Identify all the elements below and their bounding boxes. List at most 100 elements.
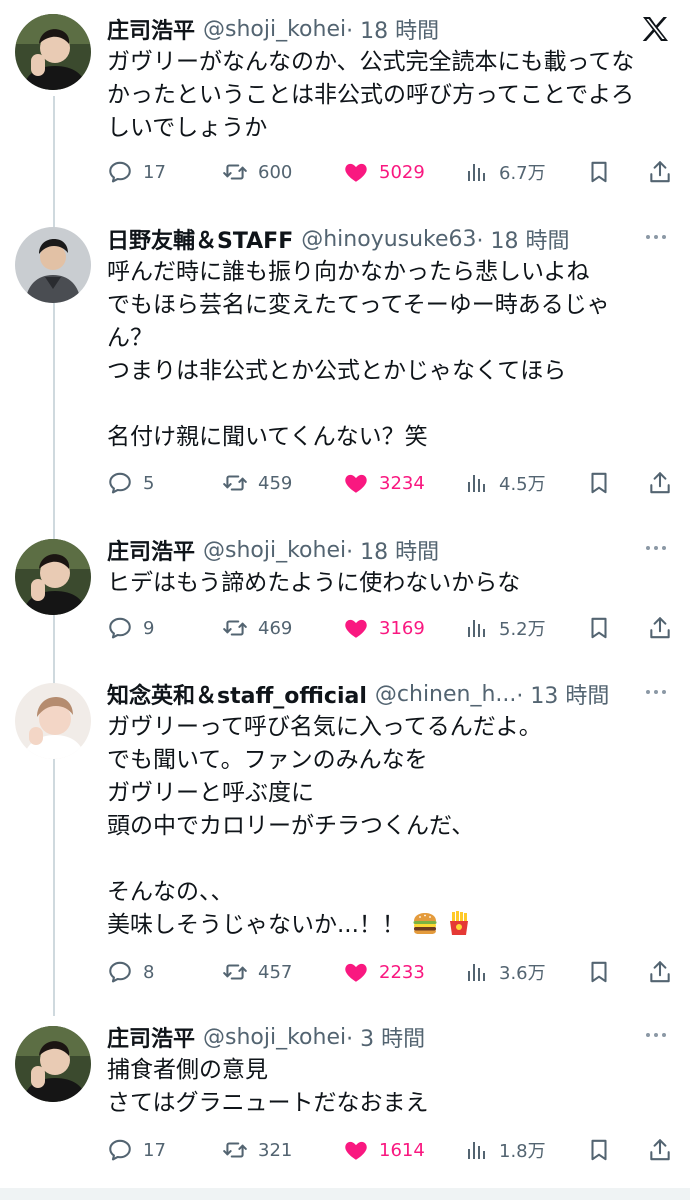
reply-icon [107,470,133,496]
like-button[interactable]: 3234 [343,468,425,498]
text-line: かったということは非公式の呼び方ってことでよろ [107,82,635,108]
heart-icon [343,959,369,985]
more-options-button[interactable] [646,232,670,242]
reply-icon [107,615,133,641]
reply-icon [107,959,133,985]
timestamp[interactable]: · 13 時間 [516,678,609,710]
like-button[interactable]: 1614 [343,1135,425,1165]
views-button[interactable]: 6.7万 [465,157,546,187]
tweet-header: 知念英和＆staff_official @chinen_h... · 13 時間 [107,677,620,711]
avatar[interactable] [15,539,91,615]
avatar[interactable] [15,14,91,90]
display-name[interactable]: 庄司浩平 [107,1021,195,1053]
views-button[interactable]: 1.8万 [465,1135,546,1165]
share-button[interactable] [647,1135,673,1165]
view-count: 5.2万 [499,619,546,640]
tweet[interactable]: 庄司浩平 @shoji_kohei · 3 時間 捕食者側の意見 さてはグラニュ… [0,1020,690,1180]
avatar[interactable] [15,227,91,303]
bookmark-icon [586,615,612,641]
reply-button[interactable]: 9 [107,613,154,643]
views-button[interactable]: 4.5万 [465,468,546,498]
user-handle[interactable]: @shoji_kohei [203,1025,346,1050]
reply-button[interactable]: 17 [107,1135,166,1165]
tweet[interactable]: 庄司浩平 @shoji_kohei · 18 時間 ヒデはもう諦めたように使わな… [0,533,690,663]
action-bar: 9 469 3169 5.2万 [107,613,670,643]
timestamp[interactable]: · 18 時間 [346,13,439,45]
like-button[interactable]: 2233 [343,957,425,987]
views-icon [465,616,489,640]
views-icon [465,471,489,495]
like-button[interactable]: 5029 [343,157,425,187]
bookmark-button[interactable] [586,157,612,187]
display-name[interactable]: 庄司浩平 [107,534,195,566]
repost-count: 459 [258,472,293,494]
repost-button[interactable]: 321 [222,1135,292,1165]
reply-button[interactable]: 5 [107,468,154,498]
tweet-header: 庄司浩平 @shoji_kohei · 18 時間 [107,12,620,46]
more-options-button[interactable] [646,543,670,553]
text-line: ガヴリーがなんなのか、公式完全読本にも載ってな [107,49,635,75]
display-name[interactable]: 庄司浩平 [107,13,195,45]
user-handle[interactable]: @hinoyusuke63 [301,227,476,252]
like-button[interactable]: 3169 [343,613,425,643]
bookmark-button[interactable] [586,1135,612,1165]
user-handle[interactable]: @shoji_kohei [203,17,346,42]
view-count: 1.8万 [499,1141,546,1162]
user-handle[interactable]: @chinen_h... [375,682,517,707]
repost-button[interactable]: 600 [222,157,292,187]
share-icon [647,470,673,496]
share-button[interactable] [647,468,673,498]
heart-icon [343,615,369,641]
text-line: 呼んだ時に誰も振り向かなかったら悲しいよね [107,259,590,285]
text-line: さてはグラニュートだなおまえ [107,1090,429,1116]
heart-icon [343,1137,369,1163]
bookmark-button[interactable] [586,613,612,643]
more-options-button[interactable] [646,1030,670,1040]
share-icon [647,959,673,985]
text-line: でも聞いて。ファンのみんなを [107,747,428,773]
reply-button[interactable]: 17 [107,157,166,187]
action-bar: 17 321 1614 1.8万 [107,1135,670,1165]
tweet[interactable]: 庄司浩平 @shoji_kohei · 18 時間 ガヴリーがなんなのか、公式完… [0,12,690,202]
avatar[interactable] [15,1026,91,1102]
action-bar: 8 457 2233 3.6万 [107,957,670,987]
repost-button[interactable]: 459 [222,468,292,498]
display-name[interactable]: 知念英和＆staff_official [107,678,367,710]
reply-button[interactable]: 8 [107,957,154,987]
bookmark-button[interactable] [586,468,612,498]
tweet-header: 庄司浩平 @shoji_kohei · 18 時間 [107,533,620,567]
repost-button[interactable]: 469 [222,613,292,643]
bottom-divider [0,1188,690,1200]
tweet-header: 庄司浩平 @shoji_kohei · 3 時間 [107,1020,620,1054]
share-button[interactable] [647,613,673,643]
text-line: そんなの、、 [107,879,234,905]
like-count: 1614 [379,1139,425,1161]
share-button[interactable] [647,157,673,187]
share-icon [647,615,673,641]
user-handle[interactable]: @shoji_kohei [203,538,346,563]
avatar[interactable] [15,683,91,759]
timestamp[interactable]: · 18 時間 [477,223,570,255]
repost-count: 457 [258,961,293,983]
timestamp[interactable]: · 18 時間 [346,534,439,566]
repost-button[interactable]: 457 [222,957,292,987]
text-line [107,843,670,876]
text-line: 捕食者側の意見 [107,1057,268,1083]
share-button[interactable] [647,957,673,987]
views-button[interactable]: 3.6万 [465,957,546,987]
display-name[interactable]: 日野友輔＆STAFF [107,223,293,255]
views-button[interactable]: 5.2万 [465,613,546,643]
repost-icon [222,159,248,185]
more-options-button[interactable] [646,687,670,697]
repost-count: 321 [258,1139,293,1161]
bookmark-icon [586,159,612,185]
like-count: 2233 [379,961,425,983]
reply-count: 5 [143,472,155,494]
tweet[interactable]: 日野友輔＆STAFF @hinoyusuke63 · 18 時間 呼んだ時に誰も… [0,222,690,512]
view-count: 4.5万 [499,474,546,495]
tweet-text: ガヴリーがなんなのか、公式完全読本にも載ってな かったということは非公式の呼び方… [107,46,670,145]
timestamp[interactable]: · 3 時間 [346,1021,425,1053]
tweet[interactable]: 知念英和＆staff_official @chinen_h... · 13 時間… [0,677,690,997]
bookmark-button[interactable] [586,957,612,987]
repost-icon [222,959,248,985]
